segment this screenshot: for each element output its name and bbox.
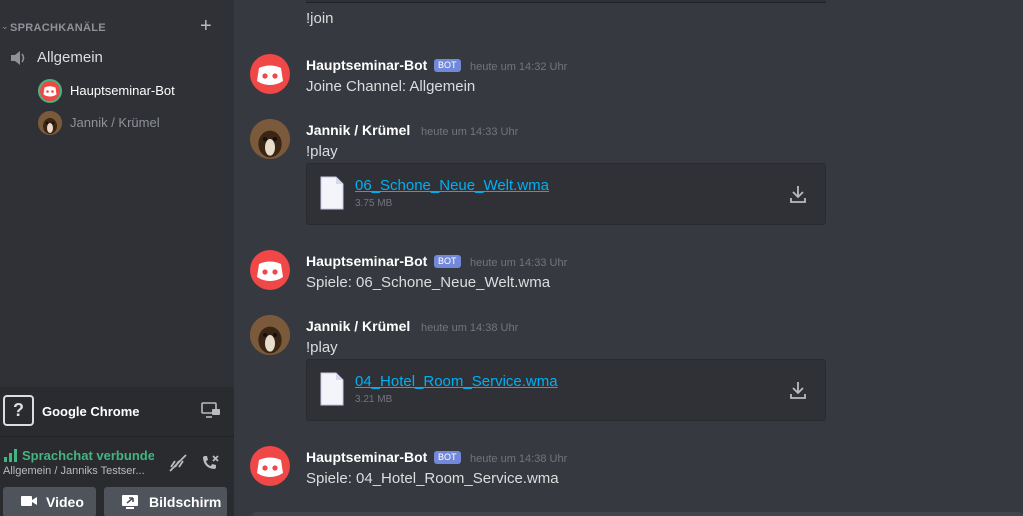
timestamp: heute um 14:38 Uhr: [421, 322, 519, 334]
file-attachment: 06_Schone_Neue_Welt.wma 3.75 MB: [306, 163, 826, 225]
bot-tag: BOT: [434, 255, 461, 268]
screen-icon: [122, 495, 138, 509]
chevron-down-icon: ⌄: [1, 21, 9, 31]
channel-sidebar: ⌄ SPRACHKANÄLE + Allgemein Hauptseminar-…: [0, 0, 234, 516]
author-name[interactable]: Jannik / Krümel: [306, 318, 410, 334]
voice-user-name: Hauptseminar-Bot: [70, 83, 175, 98]
avatar[interactable]: [250, 315, 290, 355]
voice-channels-header[interactable]: ⌄ SPRACHKANÄLE +: [0, 16, 234, 40]
screen-button[interactable]: Bildschirm: [104, 487, 227, 516]
speaker-icon: [11, 51, 25, 65]
signal-icon: [4, 449, 17, 462]
timestamp: heute um 14:33 Uhr: [421, 126, 519, 138]
voice-connected-status: Sprachchat verbunden: [22, 448, 154, 463]
message-text: Spiele: 04_Hotel_Room_Service.wma: [306, 470, 559, 487]
video-button[interactable]: Video: [3, 487, 96, 516]
disconnect-icon[interactable]: [200, 453, 220, 473]
timestamp: heute um 14:38 Uhr: [470, 453, 568, 465]
message-text: Joine Channel: Allgemein: [306, 78, 476, 95]
discord-icon: [257, 65, 283, 85]
avatar: [38, 111, 62, 135]
previous-embed-edge: [306, 0, 826, 3]
voice-user-bot[interactable]: Hauptseminar-Bot: [38, 79, 228, 103]
dog-avatar-image: [250, 315, 290, 355]
file-attachment: 04_Hotel_Room_Service.wma 3.21 MB: [306, 359, 826, 421]
file-size: 3.75 MB: [355, 198, 393, 209]
avatar[interactable]: [250, 54, 290, 94]
dog-avatar-image: [38, 111, 62, 135]
author-name[interactable]: Jannik / Krümel: [306, 122, 410, 138]
voice-settings-icon[interactable]: [168, 453, 188, 473]
message-text: !play: [306, 339, 338, 356]
dog-avatar-image: [250, 119, 290, 159]
file-link[interactable]: 04_Hotel_Room_Service.wma: [355, 373, 558, 390]
add-channel-button[interactable]: +: [200, 16, 212, 36]
avatar[interactable]: [250, 250, 290, 290]
voice-user-name: Jannik / Krümel: [70, 115, 160, 130]
stream-app-name: Google Chrome: [42, 404, 140, 419]
file-link[interactable]: 06_Schone_Neue_Welt.wma: [355, 177, 549, 194]
chat-area: !join Hauptseminar-Bot BOT heute um 14:3…: [234, 0, 1023, 516]
voice-location[interactable]: Allgemein / Janniks Testser...: [3, 465, 155, 477]
stream-panel: ? Google Chrome: [0, 387, 234, 436]
screen-share-icon[interactable]: [201, 402, 221, 420]
timestamp: heute um 14:33 Uhr: [470, 257, 568, 269]
file-icon: [320, 176, 344, 210]
avatar: [38, 79, 62, 103]
screen-label: Bildschirm: [149, 494, 222, 510]
download-icon[interactable]: [789, 184, 807, 204]
voice-user-jannik[interactable]: Jannik / Krümel: [38, 111, 228, 135]
question-icon: ?: [3, 395, 34, 426]
section-title: SPRACHKANÄLE: [10, 22, 106, 34]
voice-channel-name: Allgemein: [37, 49, 103, 66]
author-name[interactable]: Hauptseminar-Bot: [306, 449, 427, 465]
file-icon: [320, 372, 344, 406]
video-icon: [21, 496, 37, 506]
message-input-edge[interactable]: [252, 512, 1023, 516]
message-text: !play: [306, 143, 338, 160]
timestamp: heute um 14:32 Uhr: [470, 61, 568, 73]
bot-tag: BOT: [434, 451, 461, 464]
avatar[interactable]: [250, 119, 290, 159]
voice-status-panel: Sprachchat verbunden Allgemein / Janniks…: [0, 436, 234, 516]
author-name[interactable]: Hauptseminar-Bot: [306, 253, 427, 269]
author-name[interactable]: Hauptseminar-Bot: [306, 57, 427, 73]
voice-channel-allgemein[interactable]: Allgemein: [8, 46, 228, 70]
message-text: Spiele: 06_Schone_Neue_Welt.wma: [306, 274, 551, 291]
download-icon[interactable]: [789, 380, 807, 400]
discord-icon: [43, 86, 57, 97]
bot-tag: BOT: [434, 59, 461, 72]
discord-icon: [257, 457, 283, 477]
file-size: 3.21 MB: [355, 394, 393, 405]
discord-icon: [257, 261, 283, 281]
message-text: !join: [306, 10, 334, 27]
avatar[interactable]: [250, 446, 290, 486]
video-label: Video: [46, 494, 84, 510]
